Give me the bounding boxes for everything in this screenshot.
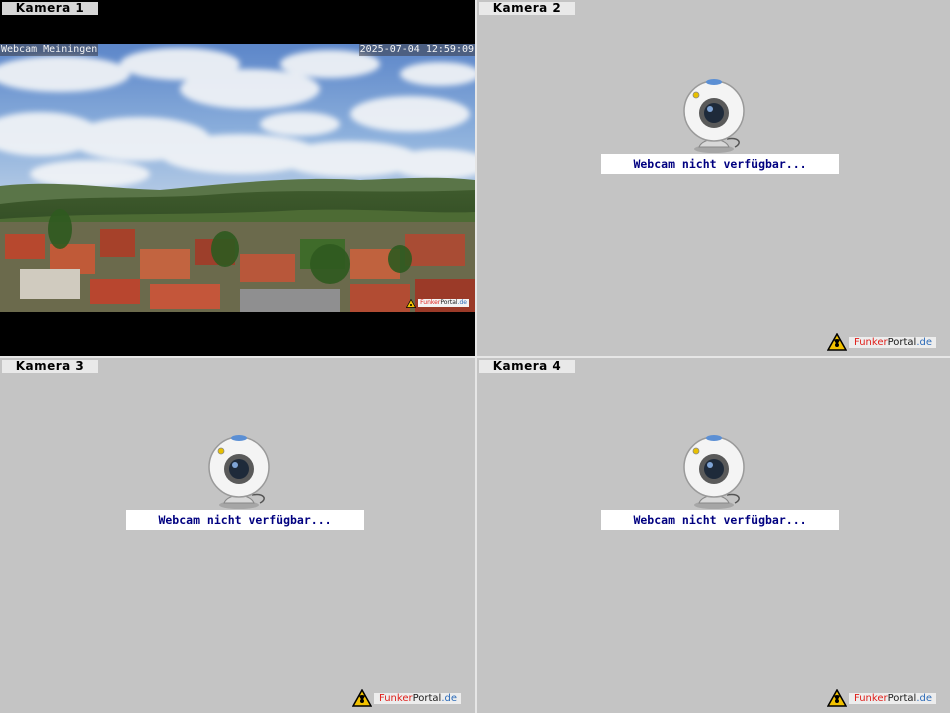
- funkerportal-logo[interactable]: FunkerPortal.de: [827, 333, 937, 351]
- radiation-warning-icon: [406, 298, 417, 308]
- overlay-timestamp: 2025-07-04 12:59:09: [358, 44, 475, 56]
- unavailable-message: Webcam nicht verfügbar...: [601, 154, 839, 174]
- radiation-warning-icon: [827, 333, 847, 351]
- camera-panel-2[interactable]: Kamera 2 Webcam nicht verfügbar... Funke…: [477, 0, 950, 356]
- funkerportal-logo[interactable]: FunkerPortal.de: [352, 689, 462, 707]
- camera-label: Kamera 4: [479, 360, 575, 373]
- unavailable-message: Webcam nicht verfügbar...: [126, 510, 364, 530]
- webcam-grid: Kamera 1 Webcam Meiningen 2025-07-04 12:…: [0, 0, 950, 713]
- radiation-warning-icon: [827, 689, 847, 707]
- funkerportal-logo[interactable]: FunkerPortal.de: [827, 689, 937, 707]
- webcam-live-image[interactable]: Webcam Meiningen 2025-07-04 12:59:09 Fun…: [0, 44, 475, 312]
- radiation-warning-icon: [352, 689, 372, 707]
- town-panorama-image: [0, 44, 475, 312]
- camera-label: Kamera 3: [2, 360, 98, 373]
- webcam-icon: [208, 435, 270, 509]
- overlay-camera-name: Webcam Meiningen: [0, 44, 99, 56]
- camera-panel-4[interactable]: Kamera 4 Webcam nicht verfügbar... Funke…: [477, 358, 950, 713]
- camera-label: Kamera 2: [479, 2, 575, 15]
- camera-panel-1[interactable]: Kamera 1 Webcam Meiningen 2025-07-04 12:…: [0, 0, 475, 356]
- webcam-icon: [683, 79, 745, 153]
- camera-panel-3[interactable]: Kamera 3 Webcam nicht verfügbar... Funke…: [0, 358, 475, 713]
- webcam-icon: [683, 435, 745, 509]
- camera-label: Kamera 1: [2, 2, 98, 15]
- unavailable-message: Webcam nicht verfügbar...: [601, 510, 839, 530]
- funkerportal-watermark: FunkerPortal.de: [406, 298, 469, 308]
